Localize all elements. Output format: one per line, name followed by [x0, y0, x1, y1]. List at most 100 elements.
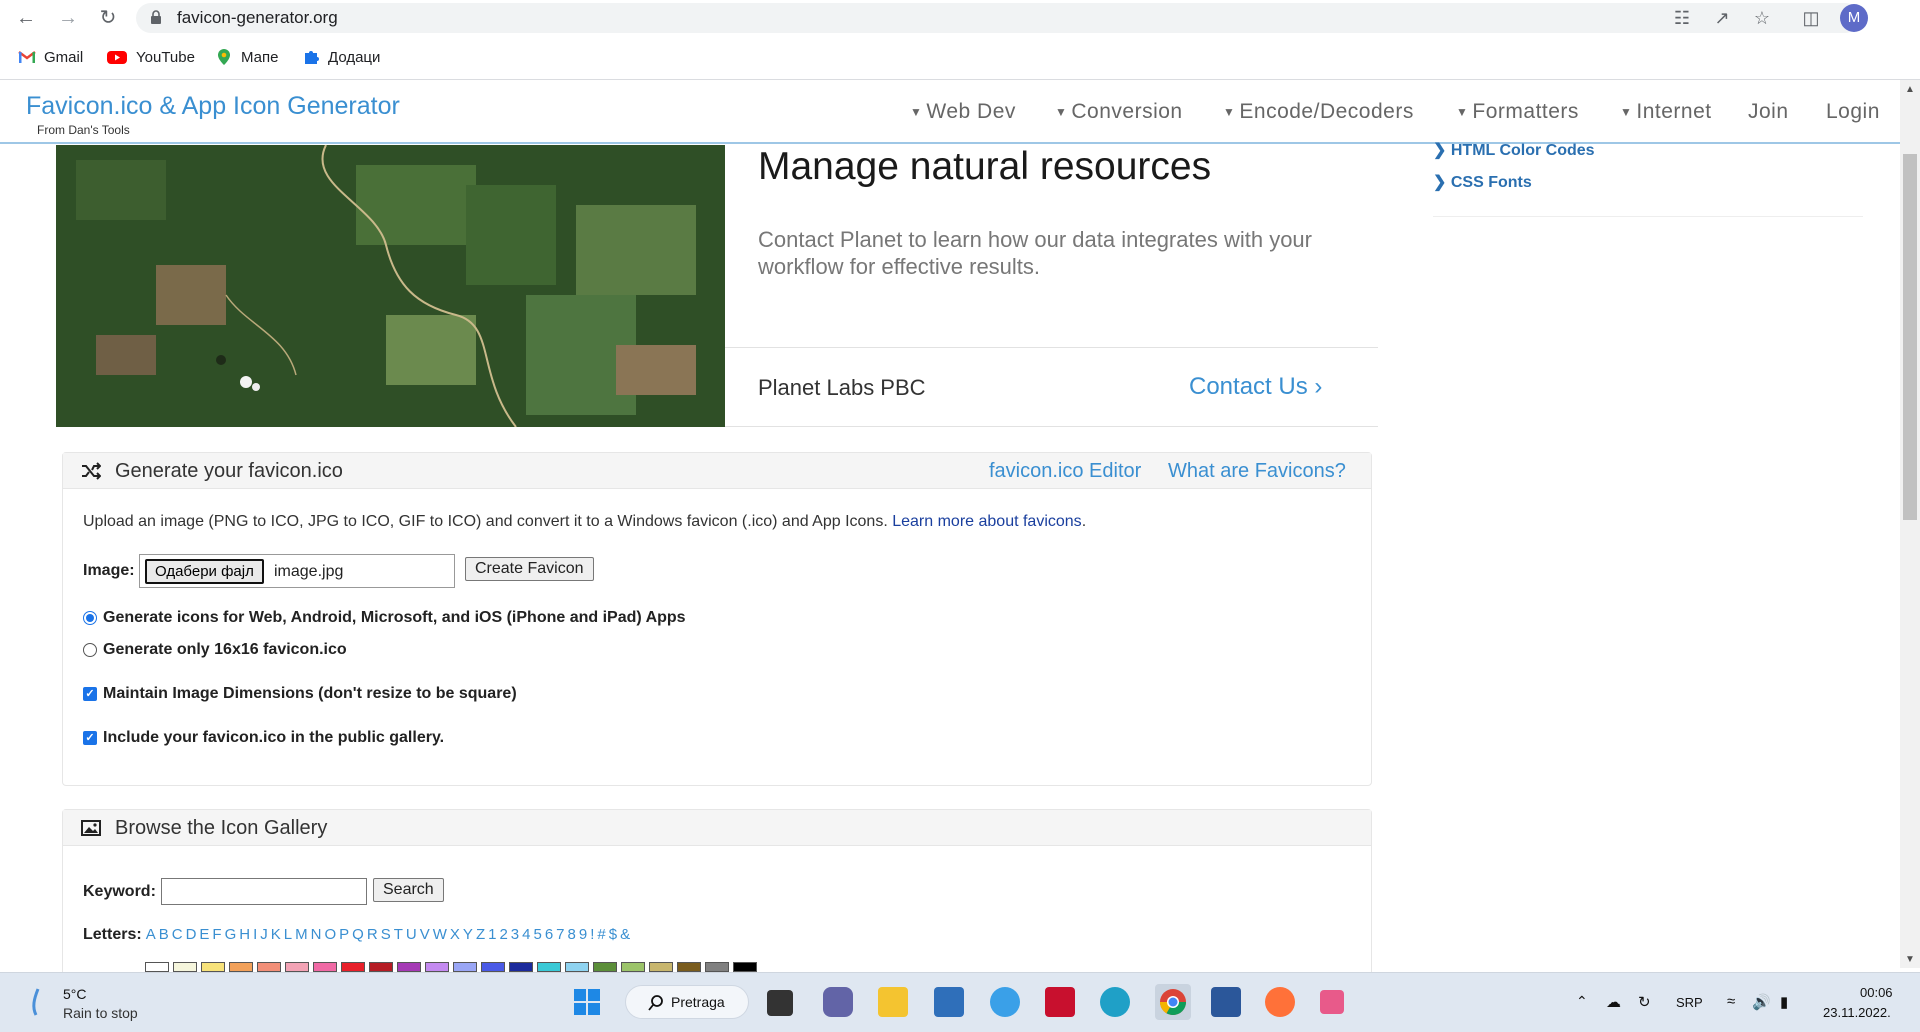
- color-swatch[interactable]: [369, 962, 393, 972]
- volume-icon[interactable]: 🔊: [1752, 993, 1771, 1011]
- color-swatch[interactable]: [201, 962, 225, 972]
- letter-link[interactable]: N: [311, 926, 322, 943]
- letter-link[interactable]: 4: [522, 926, 530, 943]
- letter-link[interactable]: $: [609, 926, 617, 943]
- language-indicator[interactable]: SRP: [1676, 995, 1703, 1010]
- color-swatch[interactable]: [313, 962, 337, 972]
- color-swatch[interactable]: [341, 962, 365, 972]
- search-button[interactable]: Search: [373, 878, 444, 902]
- letter-link[interactable]: P: [339, 926, 349, 943]
- taskbar-search[interactable]: Pretraga: [625, 985, 749, 1019]
- color-swatch[interactable]: [565, 962, 589, 972]
- onedrive-icon[interactable]: ☁: [1606, 993, 1621, 1011]
- firefox-icon[interactable]: [1265, 987, 1295, 1017]
- letter-link[interactable]: E: [199, 926, 209, 943]
- bookmark-maps[interactable]: Мапе: [215, 48, 278, 66]
- clock-time[interactable]: 00:06: [1860, 985, 1893, 1000]
- ad-title[interactable]: Manage natural resources: [758, 145, 1211, 189]
- color-swatch[interactable]: [173, 962, 197, 972]
- letter-link[interactable]: B: [159, 926, 169, 943]
- letter-link[interactable]: V: [420, 926, 430, 943]
- nav-conversion[interactable]: ▼ Conversion: [1055, 100, 1183, 124]
- nav-encode-decoders[interactable]: ▼ Encode/Decoders: [1223, 100, 1414, 124]
- sidebar-link-html-color-codes[interactable]: ❯ HTML Color Codes: [1433, 140, 1595, 160]
- bookmark-extensions[interactable]: Додаци: [302, 48, 380, 66]
- profile-avatar[interactable]: M: [1840, 4, 1868, 32]
- letter-link[interactable]: I: [253, 926, 257, 943]
- color-swatch[interactable]: [621, 962, 645, 972]
- letter-link[interactable]: 7: [556, 926, 564, 943]
- letter-link[interactable]: 6: [545, 926, 553, 943]
- color-swatch[interactable]: [425, 962, 449, 972]
- file-input[interactable]: Одабери фајл image.jpg: [139, 554, 455, 588]
- reload-icon[interactable]: ↻: [96, 6, 120, 30]
- favicon-editor-link[interactable]: favicon.ico Editor: [989, 460, 1141, 483]
- letter-link[interactable]: S: [381, 926, 391, 943]
- nav-join[interactable]: Join: [1748, 100, 1789, 124]
- letter-link[interactable]: F: [212, 926, 221, 943]
- nav-login[interactable]: Login: [1826, 100, 1880, 124]
- letter-link[interactable]: H: [239, 926, 250, 943]
- letter-link[interactable]: G: [225, 926, 237, 943]
- what-are-favicons-link[interactable]: What are Favicons?: [1168, 460, 1346, 483]
- bookmark-youtube[interactable]: YouTube: [106, 48, 195, 66]
- letter-link[interactable]: W: [433, 926, 447, 943]
- create-favicon-button[interactable]: Create Favicon: [465, 557, 594, 581]
- weather-temp[interactable]: 5°C: [63, 986, 87, 1002]
- side-panel-icon[interactable]: ◫: [1800, 7, 1822, 29]
- back-icon[interactable]: ←: [14, 6, 38, 30]
- chrome-active-tile[interactable]: [1155, 984, 1191, 1020]
- letter-link[interactable]: O: [324, 926, 336, 943]
- wifi-icon[interactable]: ≈: [1727, 993, 1735, 1010]
- letter-link[interactable]: C: [172, 926, 183, 943]
- letter-link[interactable]: Z: [476, 926, 485, 943]
- scroll-down-icon[interactable]: ▼: [1904, 954, 1916, 965]
- color-swatch[interactable]: [649, 962, 673, 972]
- letter-link[interactable]: M: [295, 926, 308, 943]
- color-swatch[interactable]: [453, 962, 477, 972]
- radio-unchecked[interactable]: [83, 643, 97, 657]
- color-swatch[interactable]: [285, 962, 309, 972]
- snipping-tool-icon[interactable]: [1320, 990, 1344, 1014]
- scrollbar-thumb[interactable]: [1903, 154, 1917, 520]
- ad-contact-button[interactable]: Contact Us ›: [1189, 373, 1322, 401]
- bookmark-star-icon[interactable]: ☆: [1751, 7, 1773, 29]
- letter-link[interactable]: 8: [568, 926, 576, 943]
- letter-link[interactable]: 1: [488, 926, 496, 943]
- letter-link[interactable]: A: [146, 926, 156, 943]
- word-icon[interactable]: [1211, 987, 1241, 1017]
- nav-web-dev[interactable]: ▼ Web Dev: [910, 100, 1016, 124]
- advertisement[interactable]: Manage natural resources Contact Planet …: [56, 145, 1378, 427]
- letter-link[interactable]: &: [620, 926, 630, 943]
- option-maintain-dimensions[interactable]: ✓ Maintain Image Dimensions (don't resize…: [83, 685, 517, 703]
- letter-link[interactable]: 2: [499, 926, 507, 943]
- tray-overflow-icon[interactable]: ⌃: [1576, 993, 1588, 1010]
- letter-link[interactable]: Q: [352, 926, 364, 943]
- address-bar[interactable]: [136, 3, 1860, 33]
- edge-icon[interactable]: [1100, 987, 1130, 1017]
- checkbox-checked[interactable]: ✓: [83, 687, 97, 701]
- share-icon[interactable]: ↗: [1711, 7, 1733, 29]
- mcafee-icon[interactable]: [1045, 987, 1075, 1017]
- sync-icon[interactable]: ↻: [1638, 993, 1651, 1011]
- color-swatch[interactable]: [593, 962, 617, 972]
- color-swatch[interactable]: [705, 962, 729, 972]
- color-swatch[interactable]: [145, 962, 169, 972]
- color-swatch[interactable]: [481, 962, 505, 972]
- letter-link[interactable]: R: [367, 926, 378, 943]
- color-swatch[interactable]: [257, 962, 281, 972]
- option-generate-all[interactable]: Generate icons for Web, Android, Microso…: [83, 609, 686, 627]
- letter-link[interactable]: Y: [463, 926, 473, 943]
- translate-icon[interactable]: ☷: [1671, 7, 1693, 29]
- color-swatch[interactable]: [229, 962, 253, 972]
- nav-internet[interactable]: ▼ Internet: [1620, 100, 1712, 124]
- letter-link[interactable]: T: [394, 926, 403, 943]
- letter-link[interactable]: U: [406, 926, 417, 943]
- letter-link[interactable]: 5: [533, 926, 541, 943]
- color-swatch[interactable]: [397, 962, 421, 972]
- letter-link[interactable]: L: [284, 926, 292, 943]
- letter-link[interactable]: K: [271, 926, 281, 943]
- forward-icon[interactable]: →: [56, 6, 80, 30]
- letter-link[interactable]: J: [260, 926, 268, 943]
- option-generate-16[interactable]: Generate only 16x16 favicon.ico: [83, 641, 347, 659]
